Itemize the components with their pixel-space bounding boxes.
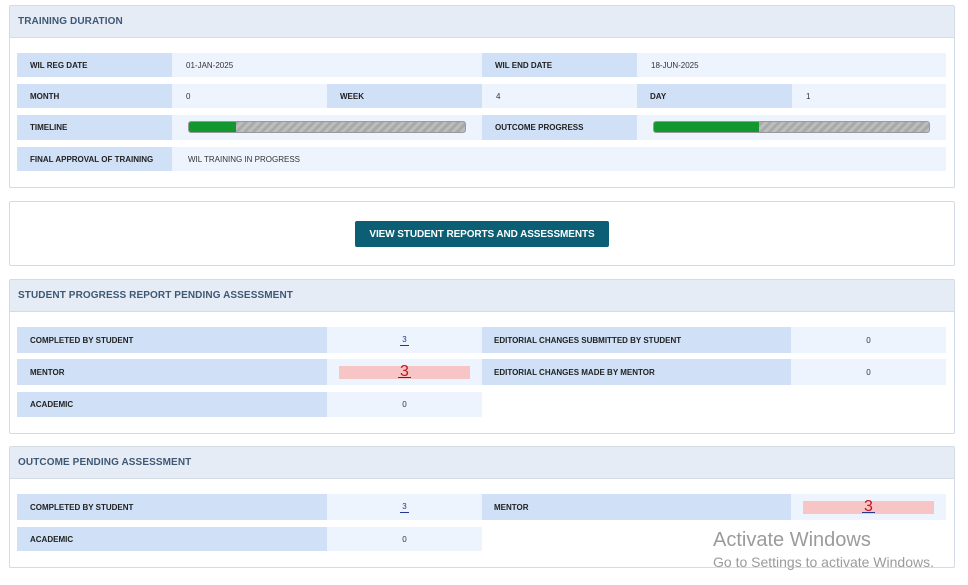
pr-academic-label: ACADEMIC bbox=[17, 392, 327, 417]
outcome-assessment-title: OUTCOME PENDING ASSESSMENT bbox=[10, 447, 954, 479]
pr-editorial-mentor-value: 0 bbox=[791, 359, 946, 385]
pr-completed-by-student-cell: 3 bbox=[327, 327, 482, 353]
pr-mentor-label: MENTOR bbox=[17, 359, 327, 385]
pr-academic-value: 0 bbox=[327, 392, 482, 417]
oa-mentor-label: MENTOR bbox=[482, 494, 791, 520]
week-label: WEEK bbox=[327, 84, 482, 108]
day-value: 1 bbox=[792, 84, 946, 108]
final-approval-label: FINAL APPROVAL OF TRAINING bbox=[17, 147, 172, 171]
oa-academic-value: 0 bbox=[327, 527, 482, 551]
wil-end-date-label: WIL END DATE bbox=[482, 53, 637, 77]
progress-report-title: STUDENT PROGRESS REPORT PENDING ASSESSME… bbox=[10, 280, 954, 312]
oa-mentor-alert: 3 bbox=[803, 499, 934, 515]
pr-completed-by-student-link[interactable]: 3 bbox=[400, 335, 409, 346]
month-label: MONTH bbox=[17, 84, 172, 108]
pr-editorial-submitted-label: EDITORIAL CHANGES SUBMITTED BY STUDENT bbox=[482, 327, 791, 353]
timeline-progress-bar bbox=[188, 121, 466, 133]
final-approval-value: WIL TRAINING IN PROGRESS bbox=[172, 147, 946, 171]
outcome-progress-fill bbox=[654, 122, 759, 132]
week-value: 4 bbox=[482, 84, 637, 108]
oa-academic-label: ACADEMIC bbox=[17, 527, 327, 551]
timeline-progress-fill bbox=[189, 122, 236, 132]
view-student-reports-button[interactable]: VIEW STUDENT REPORTS AND ASSESSMENTS bbox=[355, 221, 609, 247]
outcome-progress-bar bbox=[653, 121, 930, 133]
oa-completed-by-student-cell: 3 bbox=[327, 494, 482, 520]
activate-windows-subtext: Go to Settings to activate Windows. bbox=[713, 554, 934, 570]
timeline-label: TIMELINE bbox=[17, 115, 172, 140]
pr-mentor-link[interactable]: 3 bbox=[398, 364, 411, 380]
oa-completed-by-student-label: COMPLETED BY STUDENT bbox=[17, 494, 327, 520]
pr-editorial-mentor-label: EDITORIAL CHANGES MADE BY MENTOR bbox=[482, 359, 791, 385]
oa-mentor-link[interactable]: 3 bbox=[862, 499, 875, 515]
pr-mentor-alert: 3 bbox=[339, 364, 470, 380]
wil-reg-date-value: 01-JAN-2025 bbox=[172, 53, 482, 77]
outcome-progress-label: OUTCOME PROGRESS bbox=[482, 115, 637, 140]
pr-completed-by-student-label: COMPLETED BY STUDENT bbox=[17, 327, 327, 353]
month-value: 0 bbox=[172, 84, 327, 108]
training-duration-title: TRAINING DURATION bbox=[10, 6, 954, 38]
wil-reg-date-label: WIL REG DATE bbox=[17, 53, 172, 77]
oa-completed-by-student-link[interactable]: 3 bbox=[400, 502, 409, 513]
pr-editorial-submitted-value: 0 bbox=[791, 327, 946, 353]
day-label: DAY bbox=[637, 84, 792, 108]
wil-end-date-value: 18-JUN-2025 bbox=[637, 53, 946, 77]
activate-windows-heading: Activate Windows bbox=[713, 529, 871, 551]
